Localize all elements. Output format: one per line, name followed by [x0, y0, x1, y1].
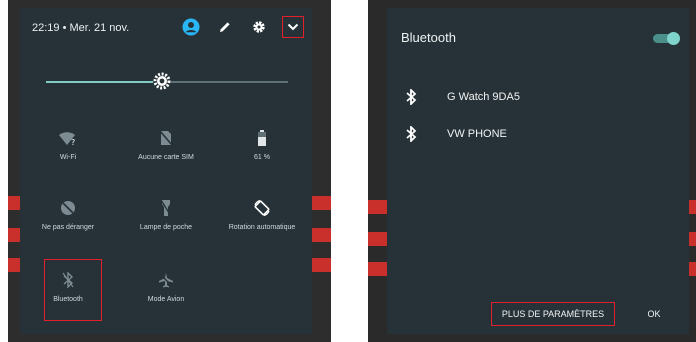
bluetooth-dialog: Bluetooth G Watch 9DA5 VW PHONE PLUS DE … [387, 8, 689, 334]
device-name: G Watch 9DA5 [447, 91, 520, 103]
tile-airplane-mode[interactable]: Mode Avion [118, 268, 214, 303]
brightness-slider[interactable] [46, 72, 288, 90]
bluetooth-icon [401, 124, 421, 144]
wifi-question-icon: ? [20, 126, 116, 150]
tile-flashlight[interactable]: Lampe de poche [118, 196, 214, 231]
no-sim-icon [118, 126, 214, 150]
quick-settings-header: 22:19 • Mer. 21 nov. [20, 8, 312, 48]
tile-wifi[interactable]: ? Wi-Fi [20, 126, 116, 161]
toggle-thumb [667, 32, 680, 45]
pencil-icon[interactable] [214, 16, 236, 38]
brightness-fill [46, 81, 162, 83]
tile-label: Ne pas déranger [41, 224, 95, 231]
do-not-disturb-icon [20, 196, 116, 220]
status-datetime: 22:19 • Mer. 21 nov. [32, 22, 129, 34]
chevron-down-icon[interactable] [282, 16, 304, 38]
device-list-item[interactable]: G Watch 9DA5 [401, 87, 520, 107]
brightness-icon[interactable] [152, 71, 172, 91]
tile-label: 61 % [254, 154, 270, 161]
tile-no-sim[interactable]: Aucune carte SIM [118, 126, 214, 161]
bluetooth-toggle[interactable] [653, 32, 680, 45]
tile-label: Wi-Fi [59, 154, 77, 161]
gear-icon[interactable] [248, 16, 270, 38]
battery-icon [214, 126, 310, 150]
auto-rotate-icon [214, 196, 310, 220]
bluetooth-icon [401, 87, 421, 107]
header-actions [180, 16, 304, 38]
tile-label: Mode Avion [147, 296, 185, 303]
svg-text:?: ? [71, 138, 75, 146]
tile-label: Rotation automatique [228, 224, 296, 231]
clock-time: 22:19 [32, 22, 60, 34]
bluetooth-highlight-frame [44, 259, 102, 321]
more-settings-button[interactable]: PLUS DE PARAMÈTRES [491, 302, 615, 326]
ok-button[interactable]: OK [641, 302, 667, 326]
tile-auto-rotate[interactable]: Rotation automatique [214, 196, 310, 231]
airplane-off-icon [118, 268, 214, 292]
screenshot-stage: 22:19 • Mer. 21 nov. ? Wi-Fi Aucune cart… [0, 0, 696, 342]
account-icon[interactable] [180, 16, 202, 38]
tile-do-not-disturb[interactable]: Ne pas déranger [20, 196, 116, 231]
device-list-item[interactable]: VW PHONE [401, 124, 507, 144]
tile-label: Lampe de poche [139, 224, 193, 231]
tile-label: Aucune carte SIM [138, 154, 194, 161]
dialog-title: Bluetooth [401, 30, 456, 45]
datetime-separator: • [62, 22, 67, 34]
tile-battery[interactable]: 61 % [214, 126, 310, 161]
quick-settings-panel: 22:19 • Mer. 21 nov. ? Wi-Fi Aucune cart… [20, 8, 312, 334]
device-name: VW PHONE [447, 128, 507, 140]
flashlight-icon [118, 196, 214, 220]
date-label: Mer. 21 nov. [69, 22, 130, 34]
